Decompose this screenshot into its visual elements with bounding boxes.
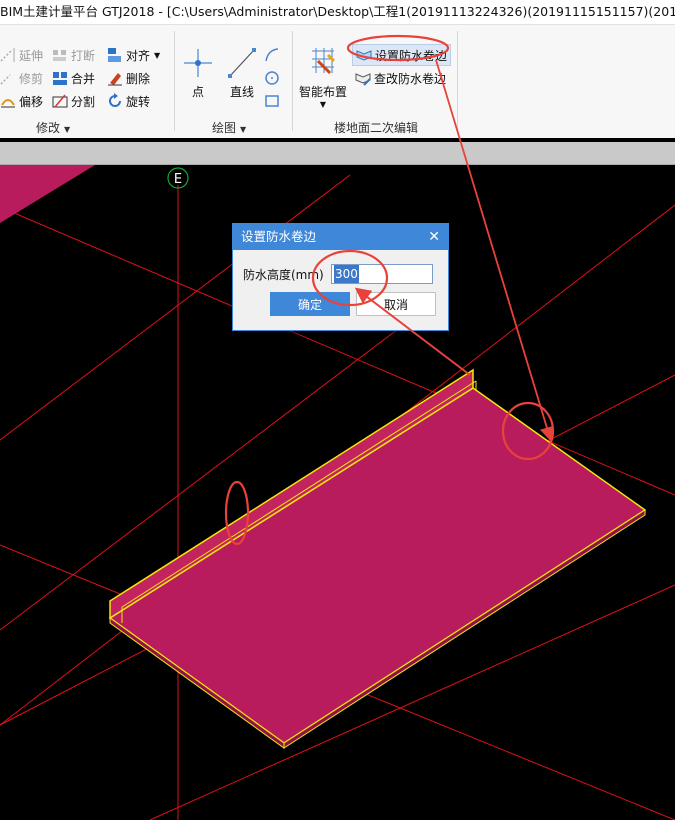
circle-icon [264, 70, 280, 86]
modify-group-label[interactable]: 修改 ▼ [36, 119, 70, 136]
window-title: BIM土建计量平台 GTJ2018 - [C:\Users\Administra… [0, 4, 675, 19]
cancel-button[interactable]: 取消 [356, 292, 436, 316]
break-label: 打断 [71, 48, 96, 63]
arc-button[interactable] [264, 45, 283, 65]
set-waterproof-edge-label: 设置防水卷边 [375, 48, 448, 63]
height-field-label: 防水高度(mm) [243, 267, 324, 282]
split-label: 分割 [71, 94, 96, 109]
extend-icon [0, 47, 16, 63]
ok-button[interactable]: 确定 [270, 292, 350, 316]
circle-button[interactable] [264, 68, 283, 88]
axis-label: E [174, 172, 182, 187]
extend-label: 延伸 [19, 48, 44, 63]
rotate-button[interactable]: 旋转 [107, 91, 150, 111]
set-waterproof-edge-dialog: 设置防水卷边 ✕ 防水高度(mm) 300 确定 取消 [232, 223, 449, 331]
dialog-title: 设置防水卷边 [241, 229, 317, 244]
chevron-down-icon: ▼ [319, 100, 327, 109]
merge-icon [52, 70, 68, 86]
split-icon [52, 93, 68, 109]
line-label: 直线 [229, 85, 254, 99]
smart-layout-label: 智能布置 [298, 85, 347, 99]
ribbon: 延伸 修剪 偏移 打断 合并 分割 对齐 ▼ 删除 旋转 修改 ▼ 点 直线 绘… [0, 25, 675, 138]
edit-waterproof-edge-icon [355, 70, 371, 86]
chevron-down-icon: ▼ [240, 125, 247, 134]
draw-group-label[interactable]: 绘图 ▼ [212, 119, 246, 136]
smart-layout-icon [312, 48, 336, 75]
rotate-icon [107, 93, 123, 109]
title-bar: BIM土建计量平台 GTJ2018 - [C:\Users\Administra… [0, 0, 675, 25]
close-icon[interactable]: ✕ [428, 224, 440, 250]
floor-slab[interactable] [108, 368, 647, 749]
smart-layout-button[interactable]: 智能布置 ▼ [297, 47, 349, 109]
trim-button[interactable]: 修剪 [0, 68, 43, 88]
waterproof-edge-icon [356, 47, 372, 63]
extend-button[interactable]: 延伸 [0, 45, 43, 65]
split-button[interactable]: 分割 [52, 91, 95, 111]
dialog-title-bar: 设置防水卷边 ✕ [233, 224, 448, 250]
eraser-icon [107, 70, 123, 86]
rotate-label: 旋转 [126, 94, 151, 109]
delete-button[interactable]: 删除 [107, 68, 150, 88]
height-field-row: 防水高度(mm) 300 [243, 264, 433, 284]
rectangle-button[interactable] [264, 91, 283, 111]
group-separator [292, 31, 293, 131]
group-separator [457, 31, 458, 131]
offset-button[interactable]: 偏移 [0, 91, 43, 111]
align-label: 对齐 [126, 48, 151, 63]
floor-slab-fragment[interactable] [0, 165, 95, 223]
view-tab-strip [0, 142, 675, 165]
offset-icon [0, 93, 16, 109]
merge-button[interactable]: 合并 [52, 68, 95, 88]
check-waterproof-edge-label: 查改防水卷边 [374, 71, 447, 86]
point-button[interactable]: 点 [182, 47, 214, 100]
chevron-down-icon: ▼ [64, 125, 71, 134]
check-waterproof-edge-button[interactable]: 查改防水卷边 [355, 68, 446, 88]
trim-icon [0, 70, 16, 86]
trim-label: 修剪 [19, 71, 44, 86]
offset-label: 偏移 [19, 94, 44, 109]
line-button[interactable]: 直线 [224, 47, 260, 100]
line-icon [228, 48, 256, 78]
height-input[interactable]: 300 [331, 264, 433, 284]
delete-label: 删除 [126, 71, 151, 86]
chevron-down-icon: ▼ [154, 50, 161, 60]
point-icon [184, 49, 212, 77]
floor-group-label: 楼地面二次编辑 [334, 121, 419, 135]
merge-label: 合并 [71, 71, 96, 86]
align-icon [107, 47, 123, 63]
rectangle-icon [264, 93, 280, 109]
set-waterproof-edge-button[interactable]: 设置防水卷边 [352, 44, 452, 66]
arc-icon [264, 47, 280, 63]
break-icon [52, 47, 68, 63]
align-button[interactable]: 对齐 ▼ [107, 45, 160, 65]
break-button[interactable]: 打断 [52, 45, 95, 65]
height-input-value: 300 [334, 265, 359, 283]
group-separator [174, 31, 175, 131]
point-label: 点 [191, 85, 204, 99]
